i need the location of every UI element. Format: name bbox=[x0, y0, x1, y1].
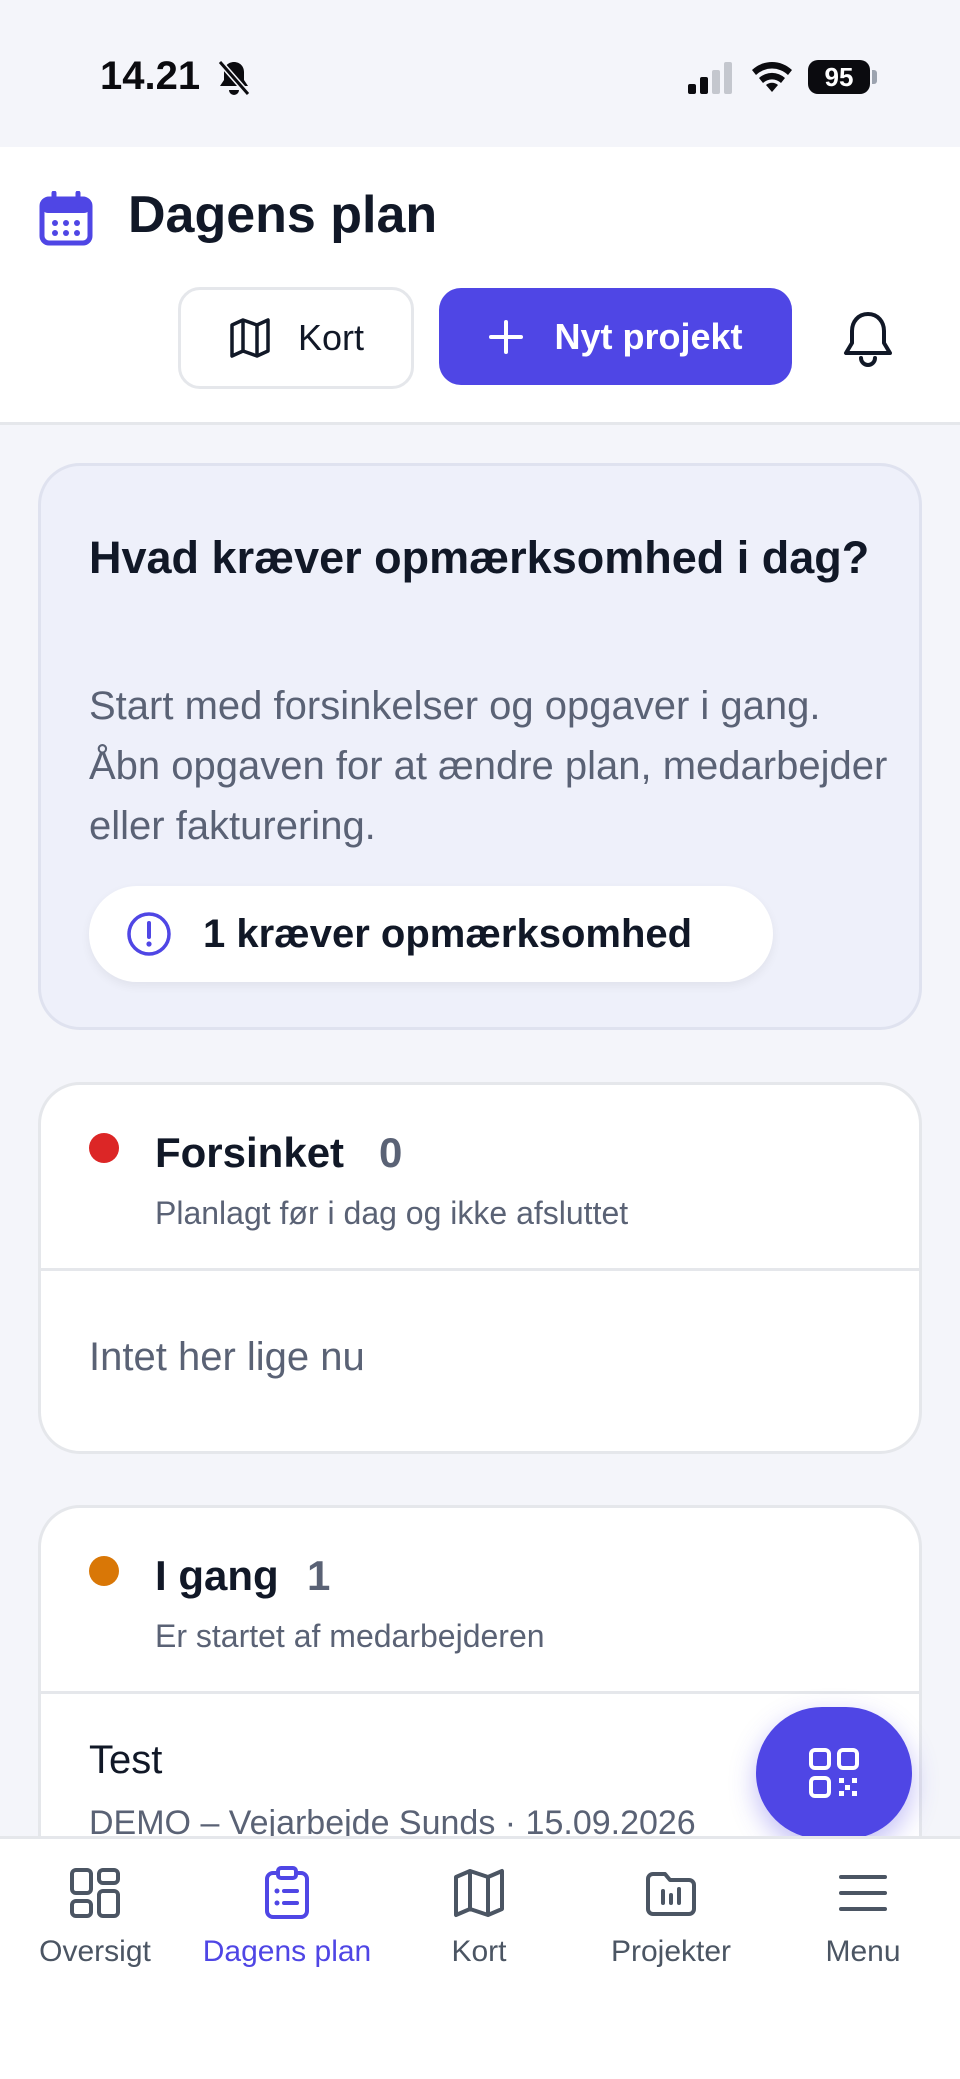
in-progress-section-title: I gang bbox=[155, 1552, 279, 1599]
alert-circle-icon bbox=[127, 912, 171, 956]
attention-summary-description: Start med forsinkelser og opgaver i gang… bbox=[89, 684, 888, 848]
map-icon bbox=[454, 1869, 504, 1917]
new-project-button[interactable]: Nyt projekt bbox=[439, 288, 792, 385]
bell-muted-icon bbox=[217, 60, 251, 96]
delayed-section-header[interactable]: Forsinket 0 Planlagt før i dag og ikke a… bbox=[41, 1085, 919, 1271]
status-time: 14.21 bbox=[100, 54, 201, 98]
hamburger-icon bbox=[839, 1875, 887, 1911]
bottom-tab-bar: Oversigt Dagens plan Kort Projekter Menu bbox=[0, 1836, 960, 2079]
clipboard-icon bbox=[265, 1866, 309, 1919]
tab-menu[interactable]: Menu bbox=[768, 1865, 958, 1985]
tab-menu-label: Menu bbox=[825, 1935, 901, 1968]
wifi-icon bbox=[752, 62, 792, 92]
in-progress-status-dot bbox=[89, 1556, 119, 1586]
delayed-status-dot bbox=[89, 1133, 119, 1163]
in-progress-section-subtitle: Er startet af medarbejderen bbox=[155, 1618, 545, 1654]
new-project-label: Nyt projekt bbox=[554, 315, 743, 357]
tab-oversigt-label: Oversigt bbox=[39, 1935, 151, 1968]
tab-projekter[interactable]: Projekter bbox=[576, 1865, 766, 1985]
qr-code-icon bbox=[809, 1748, 859, 1798]
plus-icon bbox=[489, 319, 524, 354]
delayed-section-count: 0 bbox=[379, 1129, 403, 1176]
cellular-signal-icon bbox=[688, 62, 732, 94]
attention-count-button[interactable]: 1 kræver opmærksomhed bbox=[89, 886, 773, 982]
qr-scan-button[interactable] bbox=[756, 1707, 912, 1839]
map-button[interactable]: Kort bbox=[178, 287, 414, 389]
folder-icon bbox=[646, 1872, 696, 1916]
delayed-section-title: Forsinket bbox=[155, 1129, 345, 1176]
page-header: Dagens plan Kort Nyt projekt bbox=[0, 147, 960, 425]
attention-summary-card: Hvad kræver opmærksomhed i dag? Start me… bbox=[38, 463, 922, 1030]
in-progress-section-header[interactable]: I gang 1 Er startet af medarbejderen bbox=[41, 1508, 919, 1694]
tab-oversigt[interactable]: Oversigt bbox=[0, 1865, 190, 1985]
tab-kort[interactable]: Kort bbox=[384, 1865, 574, 1985]
tab-dagens-plan[interactable]: Dagens plan bbox=[192, 1865, 382, 1985]
calendar-icon bbox=[39, 191, 93, 246]
tab-dagens-plan-label: Dagens plan bbox=[202, 1935, 372, 1968]
attention-summary-title: Hvad kræver opmærksomhed i dag? bbox=[89, 532, 870, 583]
in-progress-section-count: 1 bbox=[307, 1552, 331, 1599]
task-title: Test bbox=[89, 1738, 163, 1782]
delayed-section: Forsinket 0 Planlagt før i dag og ikke a… bbox=[38, 1082, 922, 1454]
battery-tip bbox=[872, 70, 877, 84]
notification-bell-icon[interactable] bbox=[840, 309, 896, 369]
grid-icon bbox=[70, 1868, 120, 1918]
page-title: Dagens plan bbox=[128, 186, 438, 244]
attention-count-label: 1 kræver opmærksomhed bbox=[203, 911, 693, 956]
battery-indicator: 95 bbox=[808, 60, 870, 94]
delayed-empty-text: Intet her lige nu bbox=[89, 1335, 365, 1379]
tab-projekter-label: Projekter bbox=[610, 1935, 732, 1968]
delayed-section-subtitle: Planlagt før i dag og ikke afsluttet bbox=[155, 1195, 629, 1231]
tab-kort-label: Kort bbox=[451, 1935, 507, 1968]
map-button-label: Kort bbox=[297, 317, 365, 358]
map-icon bbox=[230, 318, 270, 358]
status-bar: 14.21 95 bbox=[0, 0, 960, 147]
